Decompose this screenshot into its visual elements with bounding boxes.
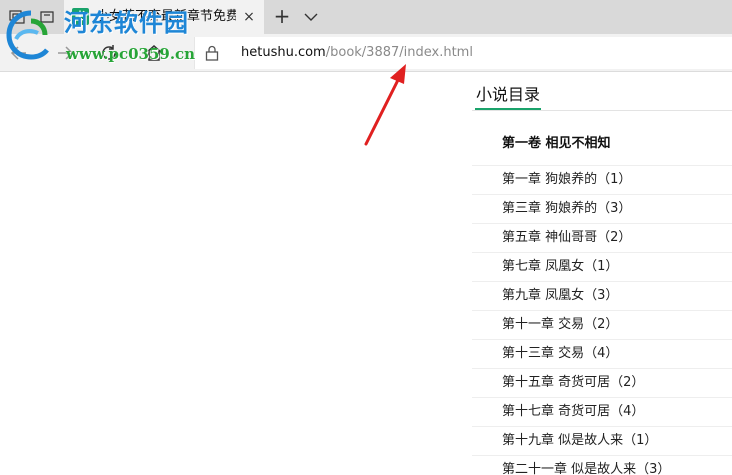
chapter-title: 第十三章 交易（4）	[502, 346, 619, 361]
chapter-link[interactable]: 第十三章 交易（4）	[472, 340, 732, 369]
chapter-link[interactable]: 第一章 狗娘养的（1）	[472, 166, 732, 195]
chapter-list: 第一章 狗娘养的（1） 第三章 狗娘养的（3） 第五章 神仙哥哥（2） 第七章 …	[472, 166, 732, 475]
lock-icon[interactable]	[205, 45, 219, 61]
chapter-link[interactable]: 第十一章 交易（2）	[472, 311, 732, 340]
tab-close-icon[interactable]: ×	[240, 8, 258, 26]
chapter-link[interactable]: 第五章 神仙哥哥（2）	[472, 224, 732, 253]
toc-title[interactable]: 小说目录	[475, 84, 542, 110]
watermark-name: 河东软件园	[64, 8, 189, 37]
chapter-title: 第一章 狗娘养的（1）	[502, 172, 632, 187]
url-path: /book/3887/index.html	[325, 45, 473, 60]
chapter-title: 第九章 凤凰女（3）	[502, 288, 619, 303]
chapter-link[interactable]: 第七章 凤凰女（1）	[472, 253, 732, 282]
address-bar[interactable]: hetushu.com/book/3887/index.html	[194, 37, 732, 69]
annotation-arrow-icon	[364, 64, 406, 146]
chevron-down-icon[interactable]	[303, 9, 319, 25]
chapter-link[interactable]: 第十五章 奇货可居（2）	[472, 369, 732, 398]
url-host: hetushu.com	[241, 45, 326, 60]
chapter-link[interactable]: 第十七章 奇货可居（4）	[472, 398, 732, 427]
chapter-link[interactable]: 第十九章 似是故人来（1）	[472, 427, 732, 456]
volume-heading: 第一卷 相见不相知	[472, 125, 732, 166]
watermark-url: www.pc0359.cn	[66, 45, 196, 63]
watermark-logo-icon	[4, 9, 58, 61]
novel-table-of-contents: 小说目录 第一卷 相见不相知 第一章 狗娘养的（1） 第三章 狗娘养的（3） 第…	[472, 73, 732, 475]
url-text[interactable]: hetushu.com/book/3887/index.html	[241, 44, 473, 62]
chapter-link[interactable]: 第九章 凤凰女（3）	[472, 282, 732, 311]
new-tab-button[interactable]: +	[272, 6, 292, 28]
chapter-link[interactable]: 第三章 狗娘养的（3）	[472, 195, 732, 224]
chapter-title: 第十五章 奇货可居（2）	[502, 375, 645, 390]
chapter-title: 第七章 凤凰女（1）	[502, 259, 619, 274]
volume-title: 第一卷 相见不相知	[502, 136, 611, 151]
chapter-title: 第三章 狗娘养的（3）	[502, 201, 632, 216]
chapter-title: 第二十一章 似是故人来（3）	[502, 462, 671, 475]
chapter-title: 第十九章 似是故人来（1）	[502, 433, 658, 448]
toc-header: 小说目录	[472, 81, 732, 111]
chapter-title: 第五章 神仙哥哥（2）	[502, 230, 632, 245]
chapter-title: 第十一章 交易（2）	[502, 317, 619, 332]
chapter-link[interactable]: 第二十一章 似是故人来（3）	[472, 456, 732, 475]
chapter-title: 第十七章 奇货可居（4）	[502, 404, 645, 419]
